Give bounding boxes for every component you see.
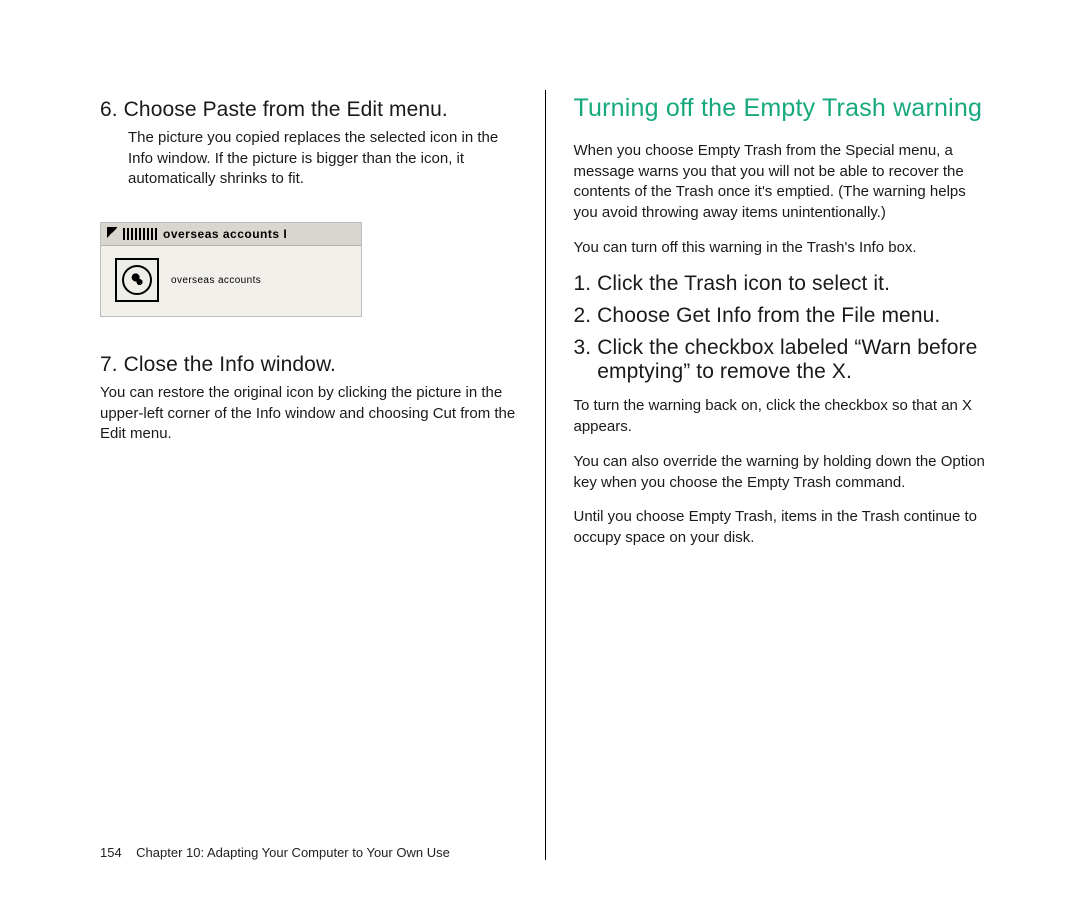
- step-6-body: The picture you copied replaces the sele…: [100, 128, 517, 190]
- step-6-number: 6.: [100, 98, 118, 121]
- figure-titlebar: overseas accounts I: [101, 223, 361, 246]
- step-7-number: 7.: [100, 353, 118, 376]
- step-1-heading: 1. Click the Trash icon to select it.: [574, 272, 991, 296]
- after-paragraph-1: To turn the warning back on, click the c…: [574, 396, 991, 437]
- step-6-title: Choose Paste from the Edit menu.: [124, 98, 448, 121]
- section-title: Turning off the Empty Trash warning: [574, 94, 991, 123]
- step-6-heading: 6. Choose Paste from the Edit menu.: [100, 98, 517, 122]
- intro-paragraph-1: When you choose Empty Trash from the Spe…: [574, 141, 991, 224]
- step-2-number: 2.: [574, 304, 592, 327]
- step-3-number: 3.: [574, 336, 592, 384]
- step-2-title: Choose Get Info from the File menu.: [597, 304, 940, 327]
- step-1-number: 1.: [574, 272, 592, 295]
- step-2-heading: 2. Choose Get Info from the File menu.: [574, 304, 991, 328]
- figure-content-row: overseas accounts: [101, 246, 361, 316]
- two-column-layout: 6. Choose Paste from the Edit menu. The …: [100, 90, 1030, 860]
- page-footer: 154 Chapter 10: Adapting Your Computer t…: [100, 845, 450, 860]
- titlebar-pinstripes-icon: [123, 228, 157, 240]
- globe-icon: [122, 265, 152, 295]
- step-7-body: You can restore the original icon by cli…: [100, 383, 517, 445]
- figure-caption: overseas accounts: [171, 275, 261, 286]
- pointer-icon: [107, 227, 119, 241]
- info-window-figure: overseas accounts I overseas accounts: [100, 222, 362, 317]
- step-3-title: Click the checkbox labeled “Warn before …: [597, 336, 990, 384]
- page-number: 154: [100, 845, 122, 860]
- step-3-heading: 3. Click the checkbox labeled “Warn befo…: [574, 336, 991, 384]
- intro-paragraph-2: You can turn off this warning in the Tra…: [574, 238, 991, 259]
- after-paragraph-2: You can also override the warning by hol…: [574, 452, 991, 493]
- right-column: Turning off the Empty Trash warning When…: [546, 90, 1031, 860]
- step-7-title: Close the Info window.: [124, 353, 336, 376]
- document-page: 6. Choose Paste from the Edit menu. The …: [0, 0, 1080, 900]
- chapter-label: Chapter 10: Adapting Your Computer to Yo…: [136, 845, 450, 860]
- step-1-title: Click the Trash icon to select it.: [597, 272, 890, 295]
- icon-selection-box: [115, 258, 159, 302]
- step-7-heading: 7. Close the Info window.: [100, 353, 517, 377]
- figure-title-label: overseas accounts I: [163, 227, 287, 241]
- after-paragraph-3: Until you choose Empty Trash, items in t…: [574, 507, 991, 548]
- left-column: 6. Choose Paste from the Edit menu. The …: [100, 90, 546, 860]
